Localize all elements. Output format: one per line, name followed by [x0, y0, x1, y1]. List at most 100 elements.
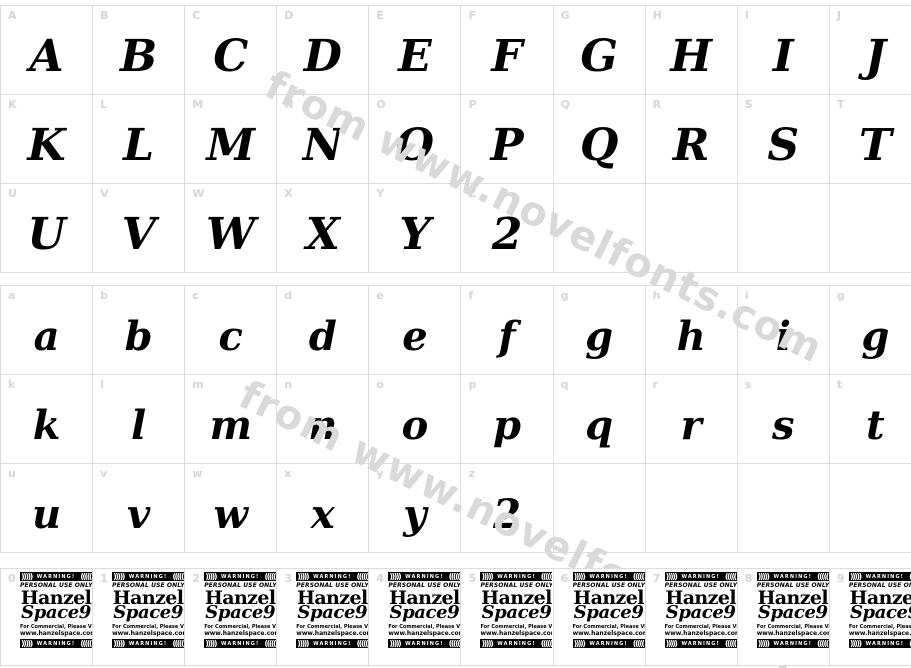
glyph-cell[interactable]: UU [0, 183, 94, 273]
website-url-text[interactable]: www.hanzelspace.com [665, 630, 737, 637]
website-url-text[interactable]: www.hanzelspace.com [112, 630, 184, 637]
footer-license-cell[interactable]: 1))))) WARNING!(((((PERSONAL USE ONLY! Han… [92, 568, 186, 666]
footer-license-cell[interactable]: 7))))) WARNING!(((((PERSONAL USE ONLY! Han… [644, 568, 738, 666]
glyph-cell[interactable]: nn [276, 374, 370, 464]
chevrons-left-icon: ))))) [849, 639, 862, 649]
glyph-cell[interactable]: ww [184, 463, 278, 553]
license-banner: )))))WARNING!(((((PERSONAL USE ONLY!Hanz… [480, 572, 553, 662]
website-url-text[interactable]: www.hanzelspace.com [480, 630, 552, 637]
glyph-character: m [209, 402, 252, 449]
glyph-cell[interactable]: z2 [460, 463, 554, 553]
glyph-cell-empty [736, 183, 830, 273]
license-banner: )))))WARNING!(((((PERSONAL USE ONLY!Hanz… [204, 572, 277, 662]
glyph-cell[interactable]: DD [276, 5, 370, 95]
glyph-cell[interactable]: cc [184, 285, 278, 375]
glyph-cell[interactable]: yy [368, 463, 462, 553]
glyph-cell[interactable]: CC [184, 5, 278, 95]
glyph-cell[interactable]: NN [276, 94, 370, 184]
website-url-text[interactable]: www.hanzelspace.com [573, 630, 645, 637]
glyph-cell[interactable]: WW [184, 183, 278, 273]
glyph-cell[interactable]: hh [644, 285, 738, 375]
footer-license-cell[interactable]: 6))))) WARNING!(((((PERSONAL USE ONLY! Han… [552, 568, 646, 666]
glyph-cell[interactable]: FF [460, 5, 554, 95]
glyph-cell[interactable]: gg [552, 285, 646, 375]
website-url-text[interactable]: www.hanzelspace.com [20, 630, 92, 637]
glyph-cell[interactable]: pp [460, 374, 554, 464]
glyph-cell-label: U [8, 187, 18, 200]
glyph-cell[interactable]: TT [828, 94, 911, 184]
footer-license-cell[interactable]: 3))))) WARNING!(((((PERSONAL USE ONLY! Han… [276, 568, 370, 666]
glyph-cell[interactable]: RR [644, 94, 738, 184]
glyph-cell[interactable]: dd [276, 285, 370, 375]
footer-license-cell[interactable]: 8))))) WARNING!(((((PERSONAL USE ONLY! Han… [736, 568, 830, 666]
glyph-cell[interactable]: PP [460, 94, 554, 184]
website-url-text[interactable]: www.hanzelspace.com [296, 630, 368, 637]
glyph-cell[interactable]: vv [92, 463, 186, 553]
glyph-cell-label: w [192, 467, 203, 480]
footer-license-cell[interactable]: 0))))) WARNING!(((((PERSONAL USE ONLY! Han… [0, 568, 94, 666]
glyph-cell[interactable]: VV [92, 183, 186, 273]
glyph-cell[interactable]: ee [368, 285, 462, 375]
glyph-cell[interactable]: KK [0, 94, 94, 184]
glyph-cell[interactable]: HH [644, 5, 738, 95]
glyph-character: M [206, 120, 256, 171]
glyph-cell[interactable]: tt [828, 374, 911, 464]
uppercase-glyph-table: AABBCCDDEEFFGGHHIIJJKKLLMMNNOOPPQQRRSSTT… [0, 5, 911, 273]
glyph-cell-label: T [836, 98, 845, 111]
glyph-cell[interactable]: mm [184, 374, 278, 464]
glyph-cell[interactable]: ss [736, 374, 830, 464]
footer-license-cell[interactable]: 5))))) WARNING!(((((PERSONAL USE ONLY! Han… [460, 568, 554, 666]
glyph-cell[interactable]: XX [276, 183, 370, 273]
glyph-cell[interactable]: ll [92, 374, 186, 464]
glyph-character: c [218, 313, 243, 360]
warning-bar-text: WARNING! [36, 573, 76, 580]
glyph-cell[interactable]: xx [276, 463, 370, 553]
glyph-cell[interactable]: OO [368, 94, 462, 184]
lowercase-row: aabbccddeeffgghhiigg [0, 285, 911, 375]
glyph-cell-label: K [8, 98, 17, 111]
glyph-cell[interactable]: EE [368, 5, 462, 95]
glyph-cell[interactable]: LL [92, 94, 186, 184]
license-banner: )))))WARNING!(((((PERSONAL USE ONLY!Hanz… [296, 572, 369, 662]
glyph-character: t [866, 402, 885, 449]
glyph-cell[interactable]: II [736, 5, 830, 95]
glyph-cell[interactable]: uu [0, 463, 94, 553]
glyph-cell-empty [828, 183, 911, 273]
website-url-text[interactable]: www.hanzelspace.com [849, 630, 911, 637]
website-url-text[interactable]: www.hanzelspace.com [388, 630, 460, 637]
glyph-cell[interactable]: YY [368, 183, 462, 273]
chevrons-left-icon: ))))) [389, 639, 401, 649]
glyph-character [738, 200, 829, 270]
glyph-cell[interactable]: rr [644, 374, 738, 464]
glyph-character: D [303, 31, 342, 82]
glyph-cell-label: p [468, 378, 477, 391]
brand-line-2: Space9 [297, 602, 368, 624]
glyph-character: B [120, 31, 158, 82]
glyph-cell[interactable]: Z2 [460, 183, 554, 273]
glyph-cell[interactable]: JJ [828, 5, 911, 95]
glyph-cell[interactable]: gg [828, 285, 911, 375]
glyph-cell[interactable]: GG [552, 5, 646, 95]
chevrons-left-icon: ))))) [757, 639, 770, 649]
glyph-cell[interactable]: kk [0, 374, 94, 464]
glyph-cell[interactable]: ff [460, 285, 554, 375]
glyph-cell[interactable]: SS [736, 94, 830, 184]
glyph-cell[interactable]: bb [92, 285, 186, 375]
footer-license-cell[interactable]: 9)))))WARNING!(((((PERSONAL USE ONLY!Han… [828, 568, 911, 666]
footer-license-cell[interactable]: 4))))) WARNING!(((((PERSONAL USE ONLY! Han… [368, 568, 462, 666]
glyph-cell[interactable]: qq [552, 374, 646, 464]
chevrons-right-icon: ((((( [540, 639, 553, 649]
chevrons-right-icon: ((((( [540, 572, 553, 581]
glyph-cell[interactable]: AA [0, 5, 94, 95]
glyph-cell[interactable]: aa [0, 285, 94, 375]
footer-license-cell[interactable]: 2))))) WARNING!(((((PERSONAL USE ONLY! Han… [184, 568, 278, 666]
glyph-cell[interactable]: oo [368, 374, 462, 464]
website-url-text[interactable]: www.hanzelspace.com [204, 630, 276, 637]
website-url-text[interactable]: www.hanzelspace.com [757, 630, 829, 637]
glyph-character: S [767, 120, 800, 171]
glyph-cell[interactable]: BB [92, 5, 186, 95]
glyph-character: d [308, 313, 337, 360]
glyph-cell[interactable]: ii [736, 285, 830, 375]
glyph-cell[interactable]: MM [184, 94, 278, 184]
glyph-cell[interactable]: QQ [552, 94, 646, 184]
